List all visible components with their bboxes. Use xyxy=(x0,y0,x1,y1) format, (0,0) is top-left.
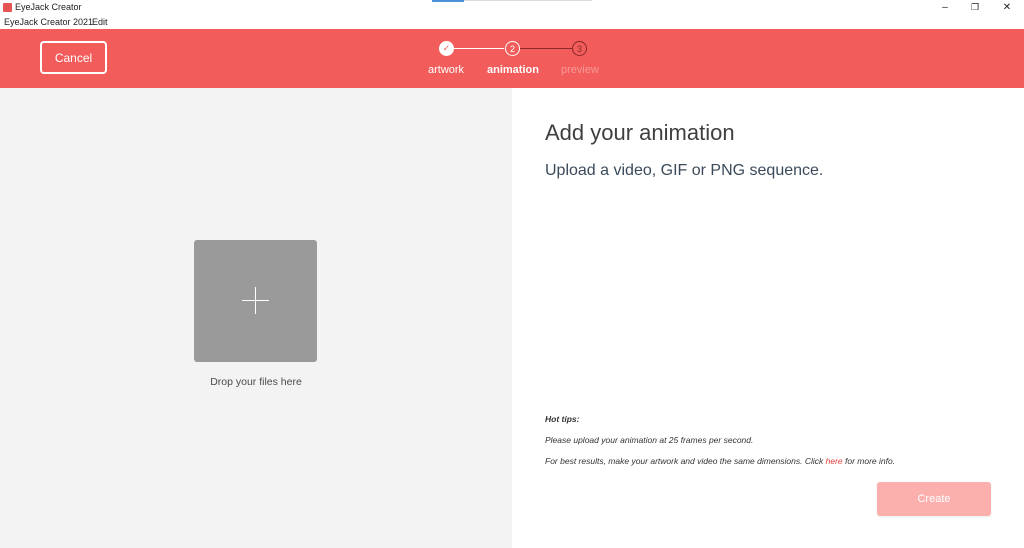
upload-pane: Drop your files here xyxy=(0,88,512,548)
menu-item-edit[interactable]: Edit xyxy=(92,17,108,27)
title-bar: EyeJack Creator – ❐ ✕ xyxy=(0,0,1024,15)
header-bar: Cancel ✓ 2 3 artwork animation preview xyxy=(0,29,1024,88)
title-accent-line xyxy=(432,0,464,2)
step-preview-marker: 3 xyxy=(572,41,587,56)
step-animation-label[interactable]: animation xyxy=(487,64,539,76)
tip-dimensions-text: For best results, make your artwork and … xyxy=(545,456,826,466)
tip-dimensions: For best results, make your artwork and … xyxy=(545,456,895,466)
file-dropzone[interactable] xyxy=(194,240,317,362)
page-subtitle: Upload a video, GIF or PNG sequence. xyxy=(545,162,824,179)
step-preview-label[interactable]: preview xyxy=(561,64,599,76)
tip-frame-rate: Please upload your animation at 25 frame… xyxy=(545,435,754,445)
step-artwork-label[interactable]: artwork xyxy=(428,64,464,76)
cancel-button[interactable]: Cancel xyxy=(40,41,107,74)
step-connector-2 xyxy=(520,48,572,49)
window-title: EyeJack Creator xyxy=(15,2,82,12)
title-divider xyxy=(464,0,592,1)
tips-title: Hot tips: xyxy=(545,414,580,424)
more-info-link[interactable]: here xyxy=(826,456,843,466)
minimize-button[interactable]: – xyxy=(930,0,960,15)
step-animation-marker: 2 xyxy=(505,41,520,56)
step-connector-1 xyxy=(454,48,504,49)
step-artwork-check-icon: ✓ xyxy=(439,41,454,56)
tip-dimensions-end: for more info. xyxy=(842,456,896,466)
close-button[interactable]: ✕ xyxy=(992,0,1022,15)
page-title: Add your animation xyxy=(545,120,735,145)
menu-bar: EyeJack Creator 2021 Edit xyxy=(0,15,1024,30)
restore-button[interactable]: ❐ xyxy=(960,0,990,15)
create-button[interactable]: Create xyxy=(877,482,991,516)
app-icon xyxy=(3,3,12,12)
menu-item-app[interactable]: EyeJack Creator 2021 xyxy=(4,17,93,27)
info-pane: Add your animation Upload a video, GIF o… xyxy=(512,88,1024,548)
drop-label: Drop your files here xyxy=(210,376,302,388)
